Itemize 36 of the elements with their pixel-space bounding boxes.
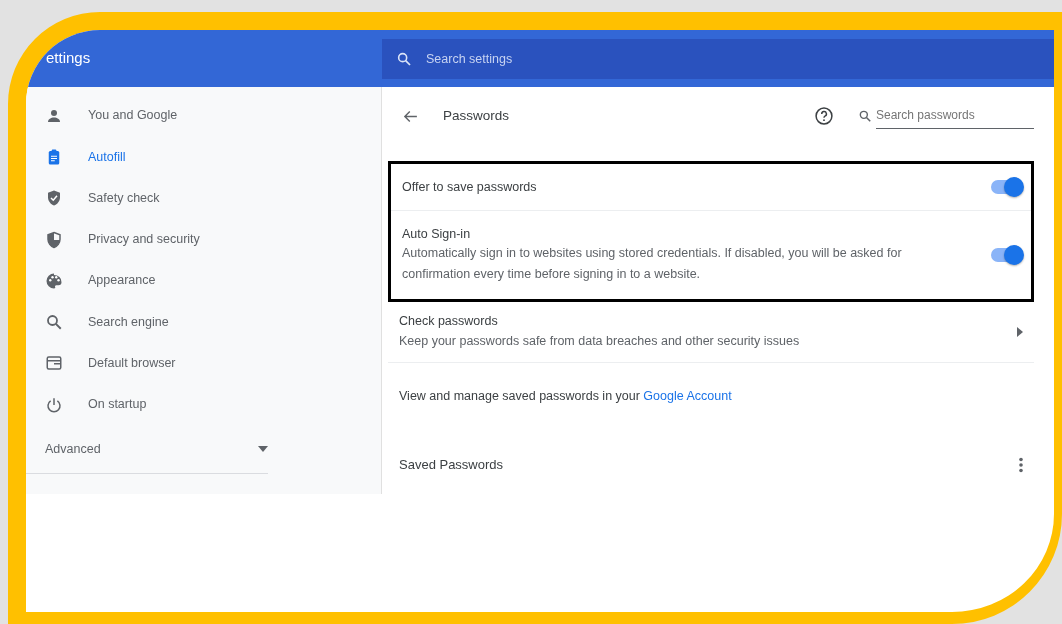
- sidebar-item[interactable]: You and Google: [26, 95, 381, 137]
- shield-icon: [45, 230, 63, 249]
- more-options-icon[interactable]: [1018, 457, 1024, 473]
- help-icon[interactable]: [814, 106, 834, 126]
- sidebar-item[interactable]: Autofill: [26, 136, 381, 178]
- setting-title: Check passwords: [399, 313, 499, 331]
- power-icon: [45, 395, 63, 414]
- manage-text: View and manage saved passwords in your Google Account: [399, 387, 732, 405]
- sidebar-item[interactable]: Safety check: [26, 177, 381, 219]
- toggle-switch[interactable]: [991, 248, 1021, 262]
- toggle-switch[interactable]: [991, 180, 1021, 194]
- search-placeholder: Search settings: [426, 50, 513, 68]
- setting-description: Automatically sign in to websites using stored credentials. If disabled, you will be asked for confirmation every time before signing in to a website.: [402, 245, 903, 284]
- advanced-toggle[interactable]: Advanced: [45, 425, 268, 474]
- search-icon: [45, 313, 63, 332]
- page-title: Passwords: [443, 106, 511, 125]
- dropdown-arrow-icon: [258, 446, 268, 453]
- search-field[interactable]: Search settings: [382, 39, 1054, 79]
- caret-icon[interactable]: [1016, 327, 1024, 337]
- sidebar-item[interactable]: Search engine: [26, 301, 381, 343]
- password-search-field[interactable]: Search passwords: [876, 103, 1034, 129]
- sidebar-item[interactable]: Default browser: [26, 342, 381, 385]
- app-title: ettings: [46, 48, 91, 69]
- search-icon: [858, 109, 872, 123]
- sidebar-item[interactable]: Privacy and security: [26, 218, 381, 261]
- browser-window-icon: [45, 354, 63, 373]
- shield-check-icon: [45, 189, 63, 208]
- search-icon: [396, 51, 412, 67]
- google-account-link[interactable]: Google Account: [643, 388, 732, 403]
- setting-description: Keep your passwords safe from data breaches and other security issues: [399, 332, 800, 350]
- sidebar-item[interactable]: Appearance: [26, 260, 381, 302]
- section-title: Saved Passwords: [399, 456, 504, 475]
- palette-icon: [45, 271, 63, 290]
- setting-title: Offer to save passwords: [402, 178, 537, 196]
- setting-title: Auto Sign-in: [402, 225, 472, 243]
- sidebar-item[interactable]: On startup: [26, 384, 381, 426]
